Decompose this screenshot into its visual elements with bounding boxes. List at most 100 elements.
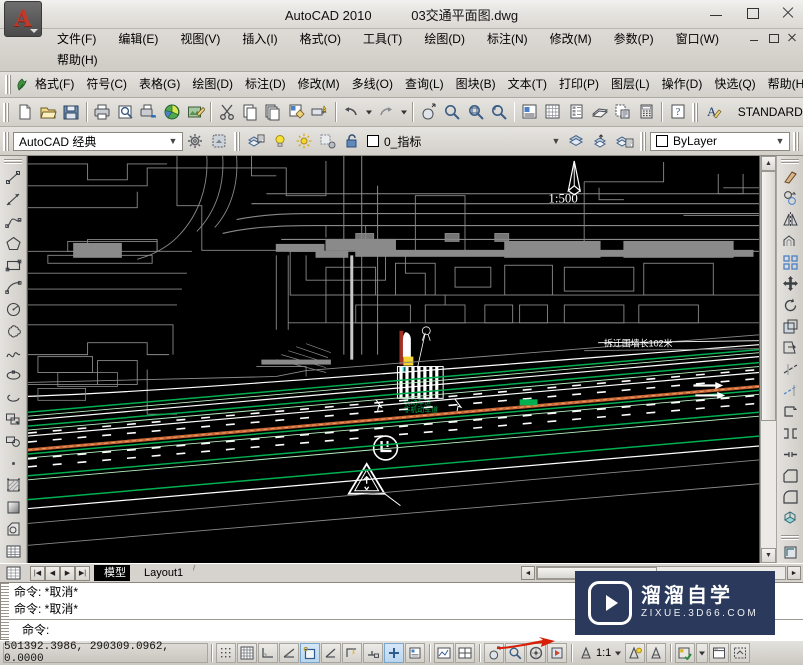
menu-format[interactable]: 格式(O)	[289, 29, 352, 50]
rectangle-icon[interactable]	[2, 254, 24, 276]
help-icon[interactable]: ?	[666, 100, 689, 124]
layer-on-bulb-icon[interactable]	[268, 129, 292, 153]
express-block[interactable]: 图块(B)	[450, 75, 502, 94]
application-menu-button[interactable]: A	[4, 1, 42, 37]
erase-icon[interactable]	[779, 166, 801, 187]
tab-layout1[interactable]: Layout1	[130, 565, 194, 581]
undo-icon[interactable]	[340, 100, 363, 124]
object-color-select[interactable]: ByLayer ▼	[650, 131, 790, 151]
publish-icon[interactable]	[137, 100, 160, 124]
arc-icon[interactable]	[2, 276, 24, 298]
scroll-up-button[interactable]: ▲	[761, 156, 776, 171]
status-viewport[interactable]	[455, 643, 475, 663]
express-draw[interactable]: 绘图(D)	[186, 75, 239, 94]
express-format[interactable]: 格式(F)	[29, 75, 80, 94]
make-block-icon[interactable]	[2, 430, 24, 452]
layer-plot-icon[interactable]	[316, 129, 340, 153]
toolbar-grip[interactable]	[3, 131, 10, 151]
status-snap[interactable]	[216, 643, 236, 663]
status-qp[interactable]	[405, 643, 425, 663]
extend-icon[interactable]	[779, 380, 801, 401]
first-tab-icon[interactable]: |◀	[30, 565, 45, 581]
save-file-icon[interactable]	[60, 100, 83, 124]
chamfer-icon[interactable]	[779, 465, 801, 486]
new-file-icon[interactable]	[13, 100, 36, 124]
layer-freeze-sun-icon[interactable]	[292, 129, 316, 153]
menu-draw[interactable]: 绘图(D)	[413, 29, 476, 50]
revision-cloud-icon[interactable]	[2, 320, 24, 342]
construction-line-icon[interactable]	[2, 188, 24, 210]
fillet-icon[interactable]	[779, 487, 801, 508]
workspace-select[interactable]: AutoCAD 经典 ▼	[13, 131, 183, 151]
annotation-scale-control[interactable]: 1:1	[576, 643, 625, 663]
menu-view[interactable]: 视图(V)	[169, 29, 231, 50]
express-multiline[interactable]: 多线(O)	[346, 75, 399, 94]
spline-icon[interactable]	[2, 342, 24, 364]
break-at-point-icon[interactable]	[779, 401, 801, 422]
toolbar-grip[interactable]	[640, 131, 647, 151]
line-icon[interactable]	[2, 166, 24, 188]
menu-help[interactable]: 帮助(H)	[46, 50, 109, 71]
copy-icon[interactable]	[238, 100, 261, 124]
express-table[interactable]: 表格(G)	[133, 75, 186, 94]
circle-icon[interactable]	[2, 298, 24, 320]
maximize-button[interactable]	[743, 4, 761, 22]
status-lineweight[interactable]	[384, 643, 404, 663]
workspace-settings-icon[interactable]	[183, 129, 207, 153]
rotate-icon[interactable]	[779, 294, 801, 315]
layer-unlock-icon[interactable]	[340, 129, 364, 153]
status-clean-screen[interactable]	[730, 643, 751, 663]
layer-previous-icon[interactable]	[565, 129, 589, 153]
mdi-close-button[interactable]	[786, 31, 799, 44]
redo-icon[interactable]	[374, 100, 397, 124]
zoom-previous-icon[interactable]	[487, 100, 510, 124]
mdi-restore-button[interactable]	[767, 31, 780, 44]
menu-edit[interactable]: 编辑(E)	[107, 29, 169, 50]
toolbar-grip[interactable]	[234, 131, 241, 151]
workspace-display-icon[interactable]	[207, 129, 231, 153]
status-ducs[interactable]	[342, 643, 362, 663]
undo-dropdown-icon[interactable]	[363, 100, 375, 124]
menu-insert[interactable]: 插入(I)	[231, 29, 288, 50]
status-grid[interactable]	[237, 643, 257, 663]
join-icon[interactable]	[779, 444, 801, 465]
toolbar-grip[interactable]	[781, 158, 799, 164]
status-polar[interactable]	[279, 643, 299, 663]
matchprop-icon[interactable]	[285, 100, 308, 124]
toolbar-grip[interactable]	[781, 533, 799, 540]
scroll-down-button[interactable]: ▼	[761, 548, 776, 563]
markupset-icon[interactable]	[612, 100, 635, 124]
layer-make-current-icon[interactable]	[589, 129, 613, 153]
copy-object-icon[interactable]	[779, 187, 801, 208]
next-tab-icon[interactable]: ▶	[60, 565, 75, 581]
mirror-icon[interactable]	[779, 209, 801, 230]
stretch-icon[interactable]	[779, 337, 801, 358]
hatch-icon[interactable]	[2, 474, 24, 496]
pan-icon[interactable]	[417, 100, 440, 124]
region-icon[interactable]	[2, 518, 24, 540]
layer-combo-area[interactable]: ▼	[427, 132, 565, 151]
polygon-icon[interactable]	[2, 232, 24, 254]
layer-state-icon[interactable]	[613, 129, 637, 153]
layer-properties-icon[interactable]	[244, 129, 268, 153]
menu-tools[interactable]: 工具(T)	[352, 29, 413, 50]
status-toolbar-lock[interactable]	[709, 643, 730, 663]
trim-icon[interactable]	[779, 359, 801, 380]
plot-icon[interactable]	[91, 100, 114, 124]
status-annotation-visibility[interactable]	[625, 643, 646, 663]
toolbar-grip[interactable]	[3, 102, 10, 122]
3dprint-icon[interactable]	[161, 100, 184, 124]
prev-tab-icon[interactable]: ◀	[45, 565, 60, 581]
designcenter-icon[interactable]	[542, 100, 565, 124]
toolpalettes-icon[interactable]	[565, 100, 588, 124]
scale-icon[interactable]	[779, 316, 801, 337]
toolbar-grip[interactable]	[692, 102, 700, 122]
gradient-icon[interactable]	[2, 496, 24, 518]
close-button[interactable]	[779, 4, 797, 22]
express-inquiry[interactable]: 查询(L)	[399, 75, 450, 94]
vertical-scroll-track[interactable]	[761, 171, 776, 548]
properties-icon[interactable]	[518, 100, 541, 124]
plot-preview-icon[interactable]	[114, 100, 137, 124]
open-file-icon[interactable]	[36, 100, 59, 124]
zoom-window-icon[interactable]	[464, 100, 487, 124]
